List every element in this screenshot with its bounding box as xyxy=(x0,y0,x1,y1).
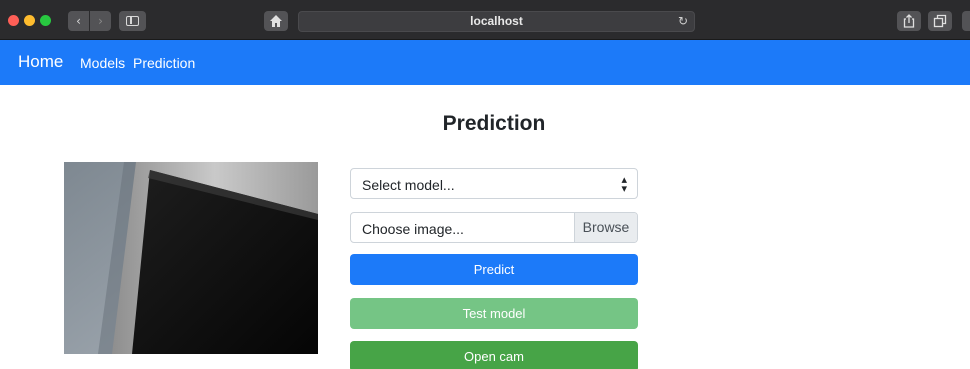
address-bar[interactable]: localhost ↻ xyxy=(298,11,695,32)
image-file-input[interactable]: Choose image... Browse xyxy=(350,212,638,243)
home-icon xyxy=(270,15,282,27)
back-button[interactable]: ‹ xyxy=(68,11,89,31)
open-cam-button[interactable]: Open cam xyxy=(350,341,638,369)
sidebar-toggle-button[interactable] xyxy=(119,11,146,31)
chevron-left-icon: ‹ xyxy=(76,14,81,28)
page-title: Prediction xyxy=(442,112,546,135)
show-tabs-button[interactable] xyxy=(928,11,952,31)
minimize-window-button[interactable] xyxy=(24,15,35,26)
preview-image xyxy=(64,162,318,354)
new-tab-button[interactable] xyxy=(962,11,970,31)
close-window-button[interactable] xyxy=(8,15,19,26)
select-arrows-icon: ▴ ▾ xyxy=(621,173,627,195)
reload-icon[interactable]: ↻ xyxy=(678,12,688,31)
sidebar-icon xyxy=(126,16,139,26)
url-text: localhost xyxy=(470,14,523,28)
model-select[interactable]: Select model... ▴ ▾ xyxy=(350,168,638,199)
model-select-value: Select model... xyxy=(362,177,455,193)
browser-toolbar: ‹ › localhost ↻ xyxy=(0,0,970,40)
share-icon xyxy=(903,14,915,28)
zoom-window-button[interactable] xyxy=(40,15,51,26)
browse-button[interactable]: Browse xyxy=(574,213,637,242)
nav-home-link[interactable]: Home xyxy=(18,52,63,72)
home-button[interactable] xyxy=(264,11,288,31)
nav-prediction-link[interactable]: Prediction xyxy=(133,55,195,71)
predict-button[interactable]: Predict xyxy=(350,254,638,285)
image-file-placeholder: Choose image... xyxy=(362,221,464,237)
test-model-button[interactable]: Test model xyxy=(350,298,638,329)
tabs-icon xyxy=(933,14,947,28)
forward-button[interactable]: › xyxy=(90,11,111,31)
navbar: Home Models Prediction xyxy=(0,40,970,85)
chevron-right-icon: › xyxy=(98,14,103,28)
share-button[interactable] xyxy=(897,11,921,31)
nav-models-link[interactable]: Models xyxy=(80,55,125,71)
